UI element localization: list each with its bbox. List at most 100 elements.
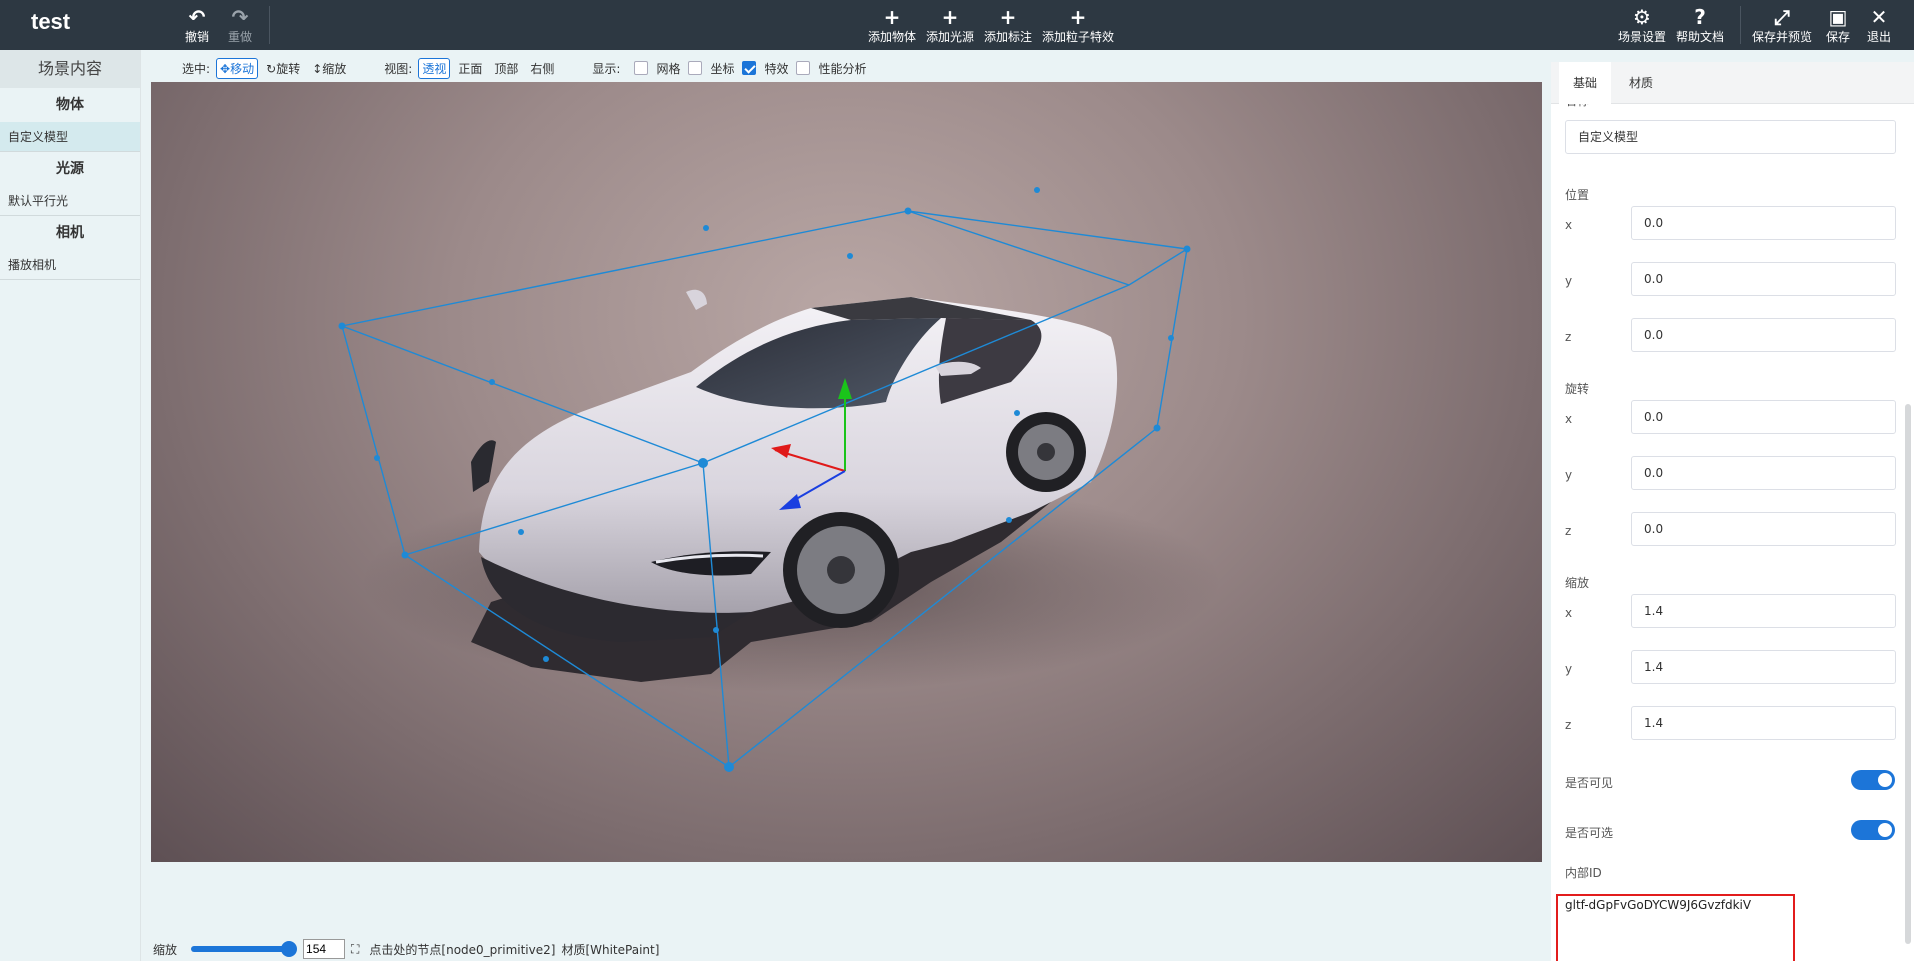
undo-button[interactable]: ↶ 撤销 <box>185 6 209 45</box>
select-mode-label: 选中: <box>182 61 211 76</box>
properties-panel: 基础 材质 名称 自定义模型 位置 x 0.0 y 0.0 z 0.0 旋转 x… <box>1551 62 1914 961</box>
add-light-button[interactable]: + 添加光源 <box>926 6 974 45</box>
question-icon: ? <box>1694 5 1706 29</box>
internal-id-value: gltf-dGpFvGoDYCW9J6GvzfdkiV <box>1565 898 1752 912</box>
scene-item-custom-model[interactable]: 自定义模型 <box>0 122 140 152</box>
visible-label: 是否可见 <box>1565 776 1614 790</box>
toolbar-divider <box>1740 6 1741 44</box>
exit-button[interactable]: ✕ 退出 <box>1867 6 1891 45</box>
close-icon: ✕ <box>1870 5 1888 29</box>
position-x-label: x <box>1565 218 1573 232</box>
zoom-slider-thumb[interactable] <box>281 941 298 957</box>
add-object-button[interactable]: + 添加物体 <box>868 6 916 45</box>
rotation-z-label: z <box>1565 524 1572 538</box>
rotation-x-input[interactable]: 0.0 <box>1631 400 1896 434</box>
effects-checkbox[interactable] <box>742 61 757 75</box>
plus-icon: + <box>941 5 959 29</box>
top-toolbar: test ↶ 撤销 ↷ 重做 + 添加物体 + 添加光源 + 添加标注 + 添加… <box>0 0 1914 50</box>
tab-material[interactable]: 材质 <box>1615 62 1667 104</box>
scale-label: 缩放 <box>1565 576 1590 590</box>
undo-icon: ↶ <box>188 5 206 29</box>
scene-settings-label: 场景设置 <box>1618 30 1667 44</box>
rotation-x-label: x <box>1565 412 1573 426</box>
add-light-label: 添加光源 <box>926 30 975 44</box>
add-object-label: 添加物体 <box>868 30 917 44</box>
rotate-mode-button[interactable]: ↻旋转 <box>262 58 304 79</box>
zoom-slider[interactable] <box>191 941 298 957</box>
tab-basic[interactable]: 基础 <box>1559 62 1612 104</box>
fullscreen-icon[interactable]: ⛶ <box>351 942 359 957</box>
group-objects-title: 物体 <box>56 97 84 113</box>
expand-icon: ⤢ <box>1774 5 1790 29</box>
properties-tabs: 基础 材质 <box>1551 62 1914 104</box>
material-text: 材质[WhitePaint] <box>561 942 660 957</box>
save-preview-button[interactable]: ⤢ 保存并预览 <box>1752 6 1812 45</box>
exit-label: 退出 <box>1867 30 1892 44</box>
move-mode-label: 移动 <box>230 61 255 76</box>
view-perspective-button[interactable]: 透视 <box>418 57 451 79</box>
name-input[interactable]: 自定义模型 <box>1565 120 1896 154</box>
help-docs-label: 帮助文档 <box>1676 30 1725 44</box>
grid-label: 网格 <box>656 61 681 76</box>
viewport-toolbar: 选中: ✥移动 ↻旋转 ↕缩放 视图: 透视 正面 顶部 右侧 显示: 网格 坐… <box>182 57 867 79</box>
position-z-label: z <box>1565 330 1572 344</box>
rotate-icon: ↻ <box>266 61 277 76</box>
rotation-y-label: y <box>1565 468 1573 482</box>
undo-label: 撤销 <box>185 30 210 44</box>
position-label: 位置 <box>1565 188 1590 202</box>
add-particle-button[interactable]: + 添加粒子特效 <box>1042 6 1114 45</box>
scale-y-input[interactable]: 1.4 <box>1631 650 1896 684</box>
save-button[interactable]: ▣ 保存 <box>1826 6 1850 45</box>
position-y-label: y <box>1565 274 1573 288</box>
scene-settings-button[interactable]: ⚙ 场景设置 <box>1618 6 1666 45</box>
move-mode-button[interactable]: ✥移动 <box>216 57 259 79</box>
zoom-label: 缩放 <box>153 942 178 957</box>
scene-outline-panel: 场景内容 物体 自定义模型 光源 默认平行光 相机 播放相机 <box>0 50 141 961</box>
properties-body: 名称 自定义模型 位置 x 0.0 y 0.0 z 0.0 旋转 x 0.0 y… <box>1551 104 1914 961</box>
perf-checkbox[interactable] <box>796 61 811 75</box>
axes-label: 坐标 <box>710 61 735 76</box>
visible-toggle[interactable] <box>1851 770 1895 790</box>
help-docs-button[interactable]: ? 帮助文档 <box>1676 6 1724 45</box>
scene-item-play-camera[interactable]: 播放相机 <box>0 250 140 280</box>
view-front-button[interactable]: 正面 <box>454 58 486 79</box>
redo-button[interactable]: ↷ 重做 <box>228 6 252 45</box>
position-z-input[interactable]: 0.0 <box>1631 318 1896 352</box>
selectable-toggle[interactable] <box>1851 820 1895 840</box>
scale-z-input[interactable]: 1.4 <box>1631 706 1896 740</box>
grid-checkbox[interactable] <box>634 61 649 75</box>
3d-viewport[interactable] <box>151 82 1542 862</box>
plus-icon: + <box>1069 5 1087 29</box>
axes-checkbox[interactable] <box>688 61 703 75</box>
position-y-input[interactable]: 0.0 <box>1631 262 1896 296</box>
scale-mode-button[interactable]: ↕缩放 <box>308 58 350 79</box>
scale-y-label: y <box>1565 662 1573 676</box>
name-label: 名称 <box>1565 104 1589 112</box>
app-title: test <box>31 9 71 34</box>
properties-scrollbar[interactable] <box>1905 404 1911 944</box>
zoom-input[interactable] <box>303 939 346 959</box>
view-top-button[interactable]: 顶部 <box>490 58 522 79</box>
internal-id-label: 内部ID <box>1565 866 1602 880</box>
plus-icon: + <box>883 5 901 29</box>
save-icon: ▣ <box>1828 5 1848 29</box>
view-right-button[interactable]: 右侧 <box>526 58 558 79</box>
position-x-input[interactable]: 0.0 <box>1631 206 1896 240</box>
scale-x-input[interactable]: 1.4 <box>1631 594 1896 628</box>
rotate-mode-label: 旋转 <box>276 61 301 76</box>
scene-item-default-light[interactable]: 默认平行光 <box>0 186 140 216</box>
plus-icon: + <box>999 5 1017 29</box>
rotation-y-input[interactable]: 0.0 <box>1631 456 1896 490</box>
save-label: 保存 <box>1826 30 1851 44</box>
redo-icon: ↷ <box>231 5 249 29</box>
add-annotation-button[interactable]: + 添加标注 <box>984 6 1032 45</box>
scale-x-label: x <box>1565 606 1573 620</box>
view-label: 视图: <box>384 61 413 76</box>
add-particle-label: 添加粒子特效 <box>1042 30 1115 44</box>
scale-mode-label: 缩放 <box>322 61 347 76</box>
scale-z-label: z <box>1565 718 1572 732</box>
selectable-label: 是否可选 <box>1565 826 1614 840</box>
scale-icon: ↕ <box>312 61 323 76</box>
gear-icon: ⚙ <box>1633 5 1651 29</box>
rotation-z-input[interactable]: 0.0 <box>1631 512 1896 546</box>
